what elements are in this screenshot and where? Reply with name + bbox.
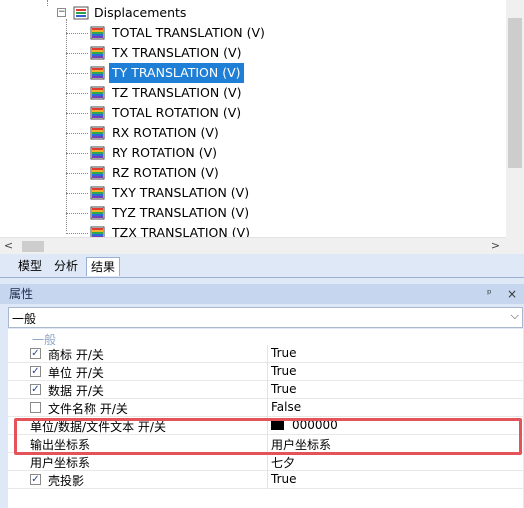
scrollbar-corner [506, 237, 524, 254]
property-checkbox[interactable] [30, 402, 41, 413]
property-checkbox[interactable]: ✓ [30, 384, 41, 395]
property-name: 壳投影 [48, 474, 85, 488]
scroll-left-icon[interactable]: < [0, 238, 17, 255]
property-row[interactable]: ✓ 数据 开/关 True [8, 381, 523, 399]
column-divider [267, 345, 268, 363]
property-value[interactable]: 七夕 [271, 454, 295, 471]
property-value[interactable]: True [271, 382, 297, 396]
column-divider [267, 381, 268, 399]
results-folder-icon [73, 6, 89, 20]
tab-analysis[interactable]: 分析 [50, 257, 82, 276]
scrollbar-thumb[interactable] [508, 18, 522, 168]
tree-item-label: TOTAL ROTATION (V) [112, 105, 242, 120]
tree-connector [66, 33, 88, 34]
tree-connector [66, 213, 88, 214]
tree-item-label: TYZ TRANSLATION (V) [112, 205, 250, 220]
tree-item[interactable]: TOTAL ROTATION (V) [0, 103, 506, 123]
result-icon [90, 86, 105, 100]
property-group-value: 一般 [12, 312, 37, 326]
properties-title: 属性 [9, 287, 34, 301]
property-name: 数据 开/关 [48, 384, 104, 398]
property-row[interactable]: ✓ 壳投影 True [8, 471, 523, 489]
property-row[interactable]: 文件名称 开/关 False [8, 399, 523, 417]
tree-item[interactable]: TY TRANSLATION (V) [0, 63, 506, 83]
result-icon [90, 186, 105, 200]
tree-connector [66, 153, 88, 154]
result-icon [90, 146, 105, 160]
property-checkbox[interactable]: ✓ [30, 474, 41, 485]
tree-item-label: TZ TRANSLATION (V) [112, 85, 242, 100]
tree-node-displacements[interactable]: − Displacements [0, 3, 300, 23]
tree-item[interactable]: RY ROTATION (V) [0, 143, 506, 163]
tree-connector [66, 53, 88, 54]
property-name: 单位 开/关 [48, 366, 104, 380]
result-icon [90, 66, 105, 80]
chevron-down-icon[interactable]: ⌵ [511, 309, 519, 323]
property-name: 商标 开/关 [48, 348, 104, 362]
property-value[interactable]: False [271, 400, 301, 414]
scrollbar-thumb[interactable] [22, 241, 44, 252]
tree-connector [66, 173, 88, 174]
result-icon [90, 126, 105, 140]
tree-item[interactable]: RZ ROTATION (V) [0, 163, 506, 183]
tree-connector [66, 113, 88, 114]
tree-horizontal-scrollbar[interactable]: < > [0, 237, 506, 254]
column-divider [267, 453, 268, 471]
tree-connector [66, 193, 88, 194]
tree-item[interactable]: TX TRANSLATION (V) [0, 43, 506, 63]
property-row[interactable]: 用户坐标系 七夕 [8, 453, 523, 471]
property-value[interactable]: True [271, 364, 297, 378]
tree-connector [66, 93, 88, 94]
result-icon [90, 46, 105, 60]
tree-item-label: TY TRANSLATION (V) [109, 63, 244, 83]
tree-item[interactable]: TOTAL TRANSLATION (V) [0, 23, 506, 43]
tree-item-label: TX TRANSLATION (V) [112, 45, 242, 60]
tree-item[interactable]: TZX TRANSLATION (V) [0, 223, 506, 237]
result-icon [90, 26, 105, 40]
property-row[interactable]: ✓ 单位 开/关 True [8, 363, 523, 381]
result-icon [90, 206, 105, 220]
tree-item-label: TXY TRANSLATION (V) [112, 185, 250, 200]
tab-results[interactable]: 结果 [86, 257, 121, 276]
tree-node-label: Displacements [94, 5, 187, 20]
tree-item[interactable]: RX ROTATION (V) [0, 123, 506, 143]
tree-item-label: RX ROTATION (V) [112, 125, 219, 140]
column-divider [267, 471, 268, 489]
result-icon [90, 106, 105, 120]
pin-icon[interactable]: ᵖ [487, 284, 492, 304]
property-name: 用户坐标系 [30, 456, 91, 470]
tree-item[interactable]: TZ TRANSLATION (V) [0, 83, 506, 103]
close-icon[interactable]: × [507, 284, 517, 304]
tree-item-label: TOTAL TRANSLATION (V) [112, 25, 265, 40]
property-value[interactable]: True [271, 346, 297, 360]
collapse-icon[interactable]: − [57, 8, 66, 17]
property-name: 文件名称 开/关 [48, 402, 128, 416]
column-divider [267, 399, 268, 417]
result-tree[interactable]: − Displacements TOTAL TRANSLATION (V) TX … [0, 0, 506, 237]
tree-item-label: RZ ROTATION (V) [112, 165, 219, 180]
scroll-right-icon[interactable]: > [487, 238, 504, 255]
tree-item[interactable]: TYZ TRANSLATION (V) [0, 203, 506, 223]
tree-item-label: RY ROTATION (V) [112, 145, 218, 160]
tree-connector [66, 233, 88, 234]
result-icon [90, 166, 105, 180]
tree-item-label: TZX TRANSLATION (V) [112, 225, 251, 237]
tree-connector [66, 133, 88, 134]
property-value[interactable]: True [271, 472, 297, 486]
tab-model[interactable]: 模型 [14, 257, 46, 276]
tab-strip: 模型 分析 结果 [0, 254, 524, 278]
result-icon [90, 226, 105, 237]
properties-header: 属性 ᵖ × [0, 284, 524, 304]
annotation-highlight-box [14, 418, 522, 455]
property-row[interactable]: ✓ 商标 开/关 True [8, 345, 523, 363]
property-group-select[interactable]: 一般 ⌵ [8, 307, 523, 328]
tree-connector [66, 73, 88, 74]
property-checkbox[interactable]: ✓ [30, 348, 41, 359]
tree-item[interactable]: TXY TRANSLATION (V) [0, 183, 506, 203]
column-divider [267, 363, 268, 381]
property-checkbox[interactable]: ✓ [30, 366, 41, 377]
tree-vertical-scrollbar[interactable] [506, 0, 524, 237]
